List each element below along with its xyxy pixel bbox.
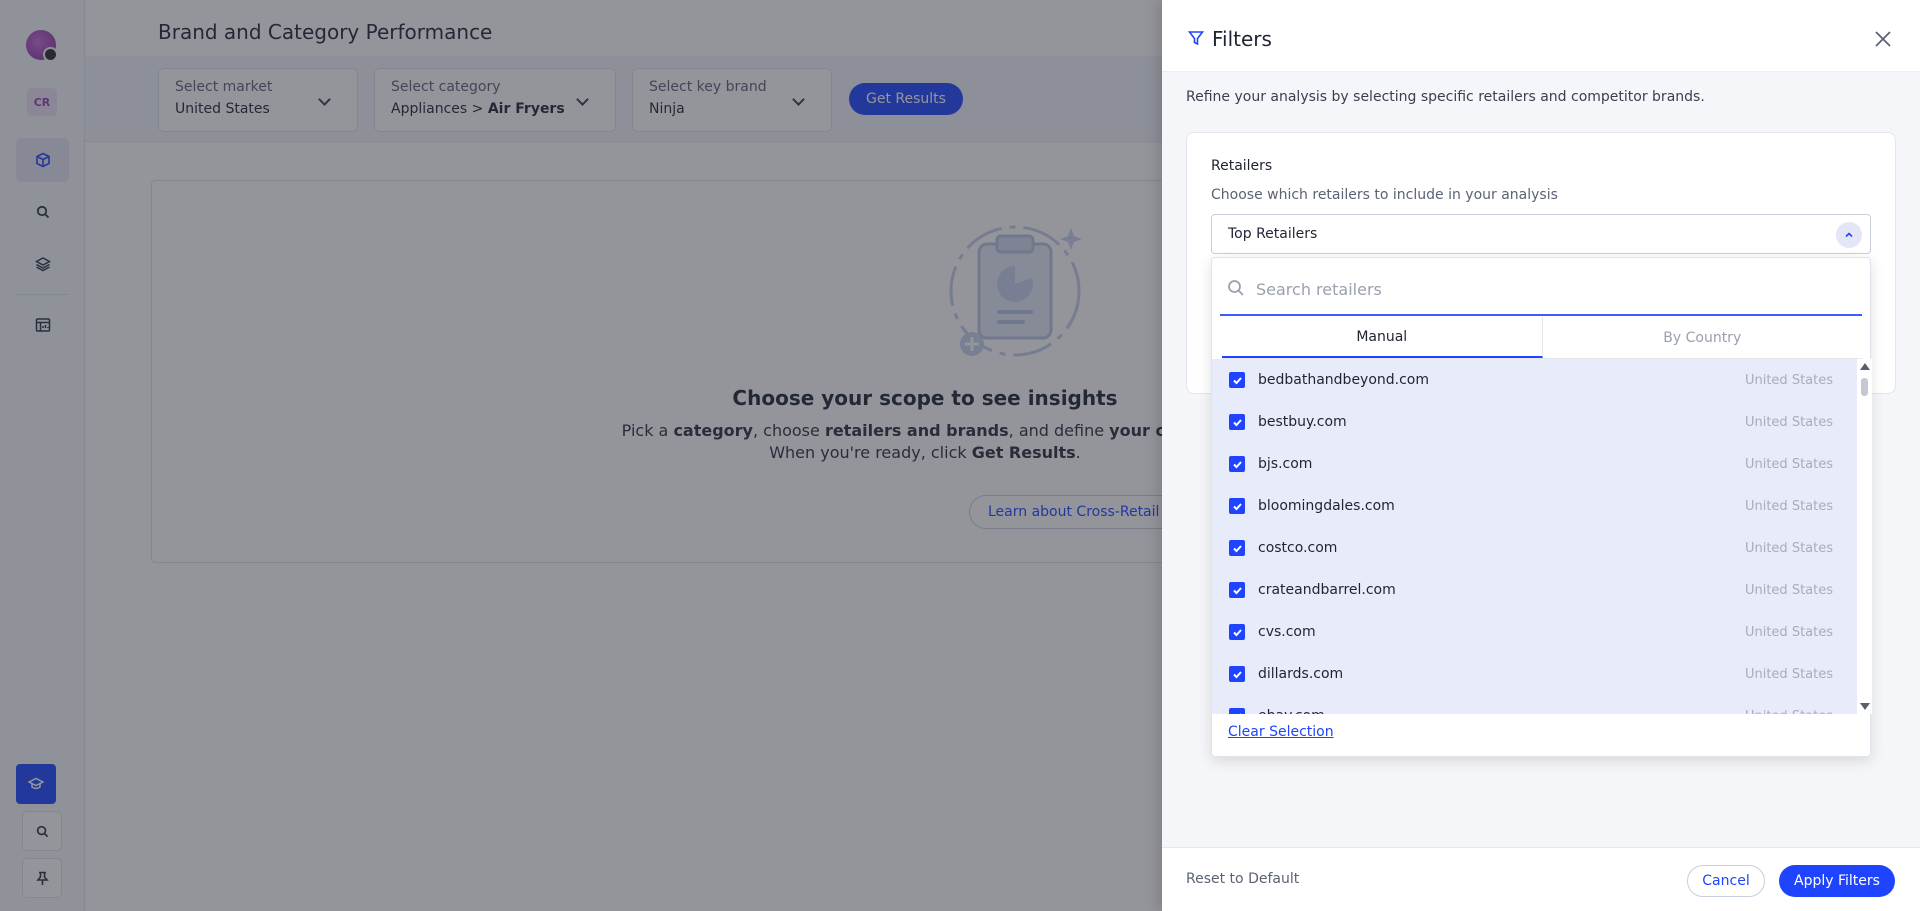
clear-selection-link[interactable]: Clear Selection [1228,724,1334,740]
retailer-row[interactable]: bedbathandbeyond.com United States [1212,359,1857,401]
checkbox[interactable] [1229,456,1245,472]
search-icon [1228,280,1244,296]
scroll-up-arrow-icon[interactable] [1860,363,1870,370]
retailer-row[interactable]: costco.com United States [1212,527,1857,569]
retailer-search [1220,266,1862,316]
retailer-country: United States [1744,666,1833,682]
scroll-thumb[interactable] [1861,378,1868,396]
retailer-country: United States [1744,624,1833,640]
chevron-up-icon[interactable] [1836,222,1862,248]
retailers-title: Retailers [1211,158,1273,174]
modal-backdrop[interactable] [0,0,1162,911]
checkbox[interactable] [1229,624,1245,640]
retailer-row[interactable]: bjs.com United States [1212,443,1857,485]
apply-filters-button[interactable]: Apply Filters [1779,865,1895,897]
retailer-search-input[interactable] [1256,274,1836,304]
retailer-tabs: Manual By Country [1222,317,1862,359]
tab-manual[interactable]: Manual [1222,317,1543,358]
checkbox[interactable] [1229,372,1245,388]
retailer-row[interactable]: cvs.com United States [1212,611,1857,653]
reset-to-default-button[interactable]: Reset to Default [1186,871,1299,887]
retailer-name: cvs.com [1258,624,1316,640]
retailer-name: dillards.com [1258,666,1344,682]
retailer-country: United States [1744,414,1833,430]
retailer-row[interactable]: ebay.comUnited States [1212,695,1857,714]
checkbox[interactable] [1229,414,1245,430]
retailer-list: bedbathandbeyond.com United States bestbuy… [1212,359,1857,714]
retailers-subtitle: Choose which retailers to include in you… [1211,187,1558,203]
filters-description: Refine your analysis by selecting specif… [1186,89,1705,105]
close-icon[interactable] [1872,28,1894,50]
retailer-name: crateandbarrel.com [1258,582,1396,598]
filter-icon [1188,31,1204,46]
retailer-name: costco.com [1258,540,1338,556]
retailer-country: United States [1744,372,1833,388]
retailer-row[interactable]: crateandbarrel.com United States [1212,569,1857,611]
retailer-country: United States [1744,456,1833,472]
retailer-name: bedbathandbeyond.com [1258,372,1430,388]
retailer-country: United States [1744,582,1833,598]
checkbox[interactable] [1229,540,1245,556]
retailer-country: United States [1744,498,1833,514]
retailer-name: ebay.com [1258,708,1745,714]
retailer-row[interactable]: dillards.com United States [1212,653,1857,695]
retailers-select[interactable]: Top Retailers [1211,214,1871,254]
retailer-name: bestbuy.com [1258,414,1347,430]
checkbox[interactable] [1229,708,1245,714]
retailers-dropdown: Manual By Country bedbathandbeyond.com Un… [1211,257,1872,757]
checkbox[interactable] [1229,582,1245,598]
retailer-country: United States [1744,540,1833,556]
tab-by-country[interactable]: By Country [1543,317,1863,358]
checkbox[interactable] [1229,498,1245,514]
filters-header: Filters [1162,0,1920,72]
checkbox[interactable] [1229,666,1245,682]
retailer-list-scrollbar[interactable] [1857,359,1872,714]
retailer-country: United States [1745,709,1833,715]
scroll-down-arrow-icon[interactable] [1860,703,1870,710]
retailer-name: bjs.com [1258,456,1313,472]
filters-title: Filters [1212,27,1272,51]
retailers-select-value: Top Retailers [1228,226,1318,242]
retailer-name: bloomingdales.com [1258,498,1395,514]
filters-footer: Reset to Default Cancel Apply Filters [1162,847,1920,911]
cancel-button[interactable]: Cancel [1687,865,1765,897]
retailer-row[interactable]: bloomingdales.com United States [1212,485,1857,527]
retailer-row[interactable]: bestbuy.com United States [1212,401,1857,443]
